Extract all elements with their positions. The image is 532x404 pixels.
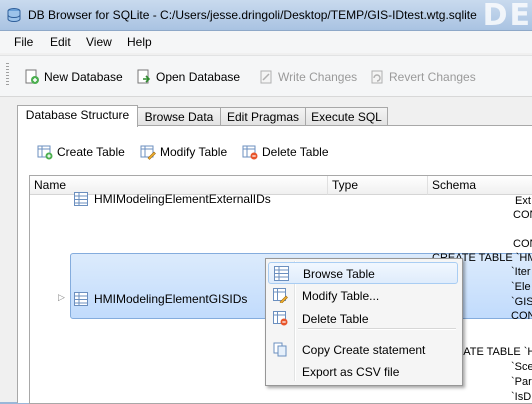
copy-icon [273,342,287,357]
main-toolbar: New Database Open Database Write Changes… [0,55,532,97]
delete-table-icon [242,145,258,160]
new-database-label: New Database [44,70,123,84]
table-icon [74,292,88,306]
context-modify-table[interactable]: Modify Table... [268,285,458,307]
schema-text: CON [513,209,532,221]
revert-changes-button[interactable]: Revert Changes [369,68,476,86]
create-table-label: Create Table [57,145,125,159]
open-database-label: Open Database [156,70,241,84]
open-database-button[interactable]: Open Database [136,68,240,86]
window-corner-text: DE [482,0,532,33]
browse-table-icon [274,266,289,281]
tab-browse-data-label: Browse Data [144,110,214,124]
table-icon [74,192,88,206]
context-menu-separator [298,328,456,330]
revert-changes-icon [371,70,383,84]
tab-execute-sql[interactable]: Execute SQL [305,107,388,126]
new-database-button[interactable]: New Database [24,68,123,86]
modify-table-icon [273,288,288,303]
menu-view[interactable]: View [86,35,112,49]
context-delete-table-label: Delete Table [302,312,369,326]
tab-browse-data[interactable]: Browse Data [137,107,221,126]
expand-arrow-icon[interactable]: ▷ [58,292,65,303]
tab-edit-pragmas[interactable]: Edit Pragmas [220,107,306,126]
context-export-csv[interactable]: Export as CSV file [268,361,458,383]
delete-table-button[interactable]: Delete Table [242,143,329,161]
table-name: HMIModelingElementExternalIDs [94,192,271,206]
schema-text: Ext [515,195,531,207]
window-title: DB Browser for SQLite - C:/Users/jesse.d… [28,8,477,22]
table-name: HMIModelingElementGISIDs [94,292,248,306]
menu-help[interactable]: Help [127,35,152,49]
schema-text: `Iter [511,266,531,278]
tab-database-structure[interactable]: Database Structure [17,105,138,127]
write-changes-label: Write Changes [278,70,358,84]
new-database-icon [25,69,39,84]
schema-text: `IsD [511,391,532,403]
tab-execute-sql-label: Execute SQL [311,110,382,124]
revert-changes-label: Revert Changes [389,70,476,84]
column-header-schema[interactable]: Schema [428,176,532,195]
tab-edit-pragmas-label: Edit Pragmas [226,110,300,124]
app-icon [7,8,21,23]
context-browse-table-label: Browse Table [303,267,375,281]
menu-bar: File Edit View Help [0,31,532,53]
write-changes-icon [260,70,272,84]
context-export-csv-label: Export as CSV file [302,365,400,379]
schema-text: CON [513,238,532,250]
context-copy-create[interactable]: Copy Create statement [268,339,458,361]
schema-text: CON [511,310,532,322]
modify-table-label: Modify Table [160,145,228,159]
context-browse-table[interactable]: Browse Table [268,262,458,284]
modify-table-button[interactable]: Modify Table [140,143,227,161]
toolbar-grip[interactable] [6,63,9,87]
menu-edit[interactable]: Edit [50,35,71,49]
schema-text: `GIS [511,296,532,308]
menu-file[interactable]: File [14,35,33,49]
column-header-type[interactable]: Type [328,176,428,195]
schema-text: `Par [511,376,532,388]
create-table-button[interactable]: Create Table [37,143,125,161]
delete-table-label: Delete Table [262,145,329,159]
modify-table-icon [140,145,156,160]
context-copy-create-label: Copy Create statement [302,343,426,357]
delete-table-icon [273,311,288,326]
context-modify-table-label: Modify Table... [302,289,380,303]
schema-text: `Sce [511,361,532,373]
create-table-icon [37,145,53,160]
context-menu: Browse Table Modify Table... Delete Tabl… [265,258,463,386]
write-changes-button[interactable]: Write Changes [258,68,357,86]
open-database-icon [137,69,151,84]
schema-text: `Ele [511,281,531,293]
tab-database-structure-label: Database Structure [25,108,130,122]
context-delete-table[interactable]: Delete Table [268,308,458,330]
title-bar[interactable]: DB Browser for SQLite - C:/Users/jesse.d… [0,0,532,33]
